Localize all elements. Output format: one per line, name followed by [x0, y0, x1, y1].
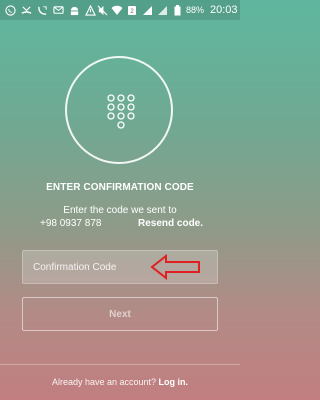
next-button[interactable]: Next — [22, 297, 218, 331]
status-bar: 2 88% 20:03 — [0, 0, 240, 20]
resend-code-link[interactable]: Resend code. — [138, 218, 203, 229]
call-forward-icon — [36, 4, 48, 16]
footer-prefix: Already have an account? — [51, 377, 157, 387]
notification-icons — [4, 4, 96, 16]
page-title: ENTER CONFIRMATION CODE — [46, 182, 194, 193]
android-icon — [68, 4, 80, 16]
system-icons: 2 88% 20:03 — [96, 4, 238, 16]
footer-divider — [0, 364, 240, 365]
alert-icon — [84, 4, 96, 16]
battery-icon — [171, 4, 183, 16]
login-link[interactable]: Log in. — [159, 377, 189, 387]
wifi-icon — [111, 4, 123, 16]
dialpad-icon — [107, 94, 135, 129]
annotation-arrow-icon — [150, 254, 200, 280]
mute-icon — [96, 4, 108, 16]
sim2-icon: 2 — [126, 4, 138, 16]
footer: Already have an account? Log in. — [0, 377, 240, 387]
signal-icon — [156, 4, 168, 16]
signal-icon — [141, 4, 153, 16]
whatsapp-icon — [4, 4, 16, 16]
clock: 20:03 — [210, 4, 238, 16]
instruction-text: Enter the code we sent to — [63, 205, 177, 216]
battery-level: 88% — [186, 5, 205, 15]
sms-icon — [52, 4, 64, 16]
phone-number: +98 0937 878 — [40, 218, 102, 229]
missed-call-icon — [20, 4, 32, 16]
